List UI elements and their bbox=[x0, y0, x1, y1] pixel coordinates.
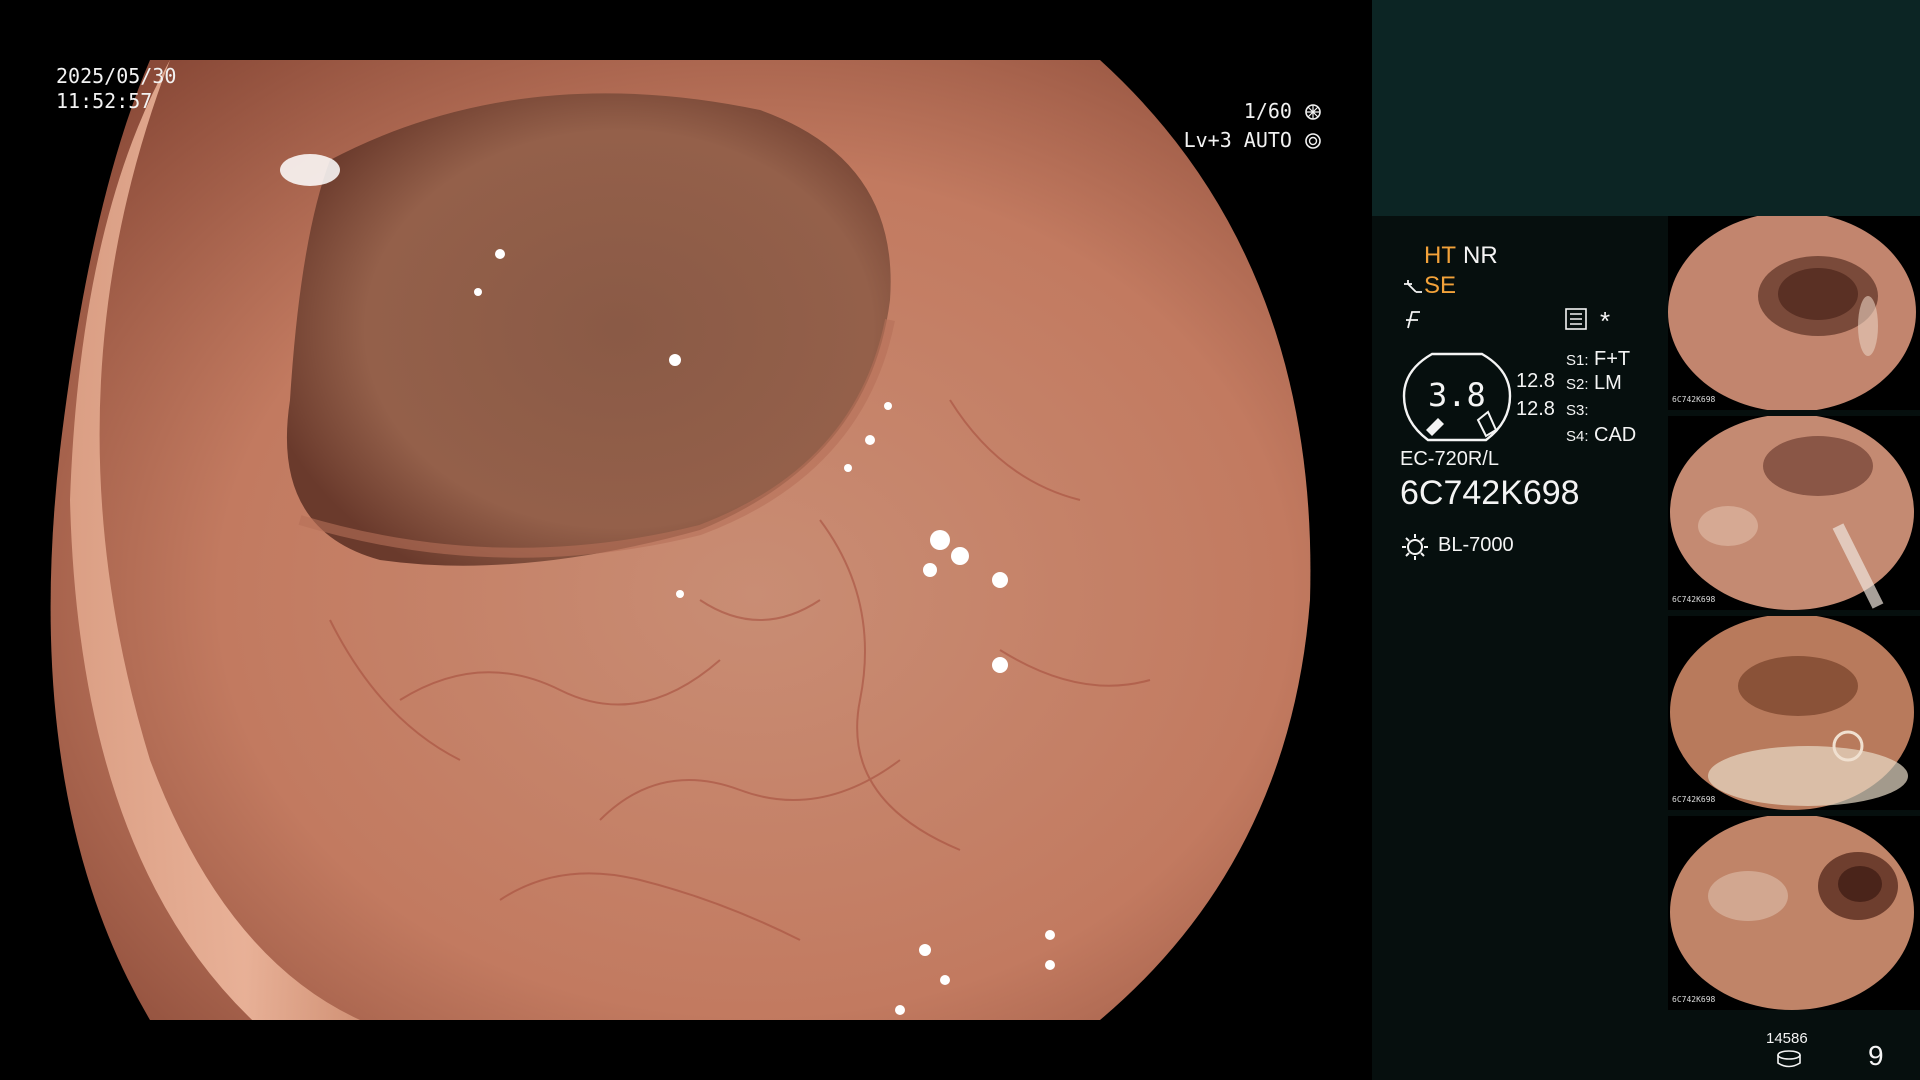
storage-count: 14586 bbox=[1766, 1030, 1808, 1047]
thumbnail-label: 6C742K698 bbox=[1672, 595, 1716, 604]
flow-icon bbox=[1406, 311, 1420, 329]
auto-iris-icon bbox=[1305, 132, 1321, 149]
top-band bbox=[1372, 0, 1920, 216]
s2-label: S2: bbox=[1566, 376, 1589, 393]
storage-icon bbox=[1777, 1050, 1801, 1068]
s1-label: S1: bbox=[1566, 352, 1589, 369]
datetime-display: 2025/05/30 11:52:57 bbox=[56, 64, 176, 114]
ht-indicator: HT bbox=[1424, 242, 1456, 269]
menu-list-icon bbox=[1565, 308, 1587, 330]
asterisk-indicator: * bbox=[1600, 306, 1611, 336]
shutter-icon bbox=[1305, 103, 1321, 120]
thumbnail-2[interactable]: 6C742K698 bbox=[1668, 416, 1920, 610]
date-text: 2025/05/30 bbox=[56, 64, 177, 88]
thumbnail-1[interactable]: 6C742K698 bbox=[1668, 216, 1920, 410]
enhancement-icon bbox=[1404, 280, 1422, 293]
ratio-bottom: 12.8 bbox=[1516, 398, 1555, 420]
image-count: 9 bbox=[1868, 1040, 1884, 1071]
shutter-speed-text: 1/60 bbox=[1243, 99, 1292, 123]
thumbnail-4[interactable]: 6C742K698 bbox=[1668, 816, 1920, 1010]
ratio-top: 12.8 bbox=[1516, 370, 1555, 392]
thumbnail-image bbox=[1670, 816, 1914, 1010]
s2-value: LM bbox=[1594, 372, 1622, 394]
status-area: HT NR SE * 3.8 12.8 12.8 S1: F+T S2: LM … bbox=[1372, 216, 1668, 1080]
s3-label: S3: bbox=[1566, 402, 1589, 419]
scope-model: EC-720R/L bbox=[1400, 448, 1499, 470]
scope-serial: 6C742K698 bbox=[1400, 474, 1580, 512]
thumbnail-label: 6C742K698 bbox=[1672, 995, 1716, 1004]
exposure-display: 1/60 Lv+3 AUTO bbox=[1184, 98, 1322, 153]
thumbnail-image bbox=[1670, 616, 1914, 810]
thumbnail-image bbox=[1670, 416, 1914, 610]
s1-value: F+T bbox=[1594, 348, 1631, 370]
endoscopic-image bbox=[0, 0, 1372, 1080]
endoscope-view: 2025/05/30 11:52:57 1/60 Lv+3 AUTO bbox=[0, 0, 1372, 1080]
light-source-model: BL-7000 bbox=[1438, 534, 1514, 556]
light-source-icon bbox=[1402, 534, 1428, 560]
thumbnail-image bbox=[1668, 216, 1916, 410]
thumbnail-3[interactable]: 6C742K698 bbox=[1668, 616, 1920, 810]
time-text: 11:52:57 bbox=[56, 89, 153, 113]
s4-label: S4: bbox=[1566, 428, 1589, 445]
brightness-level-text: Lv+3 AUTO bbox=[1183, 128, 1292, 152]
se-indicator: SE bbox=[1424, 272, 1457, 299]
thumbnail-label: 6C742K698 bbox=[1672, 795, 1716, 804]
info-panel: HT NR SE * 3.8 12.8 12.8 S1: F+T S2: LM … bbox=[1372, 0, 1920, 1080]
thumbnail-label: 6C742K698 bbox=[1672, 395, 1716, 404]
zoom-value: 3.8 bbox=[1428, 376, 1486, 414]
nr-indicator: NR bbox=[1463, 242, 1498, 269]
s4-value: CAD bbox=[1594, 424, 1637, 446]
